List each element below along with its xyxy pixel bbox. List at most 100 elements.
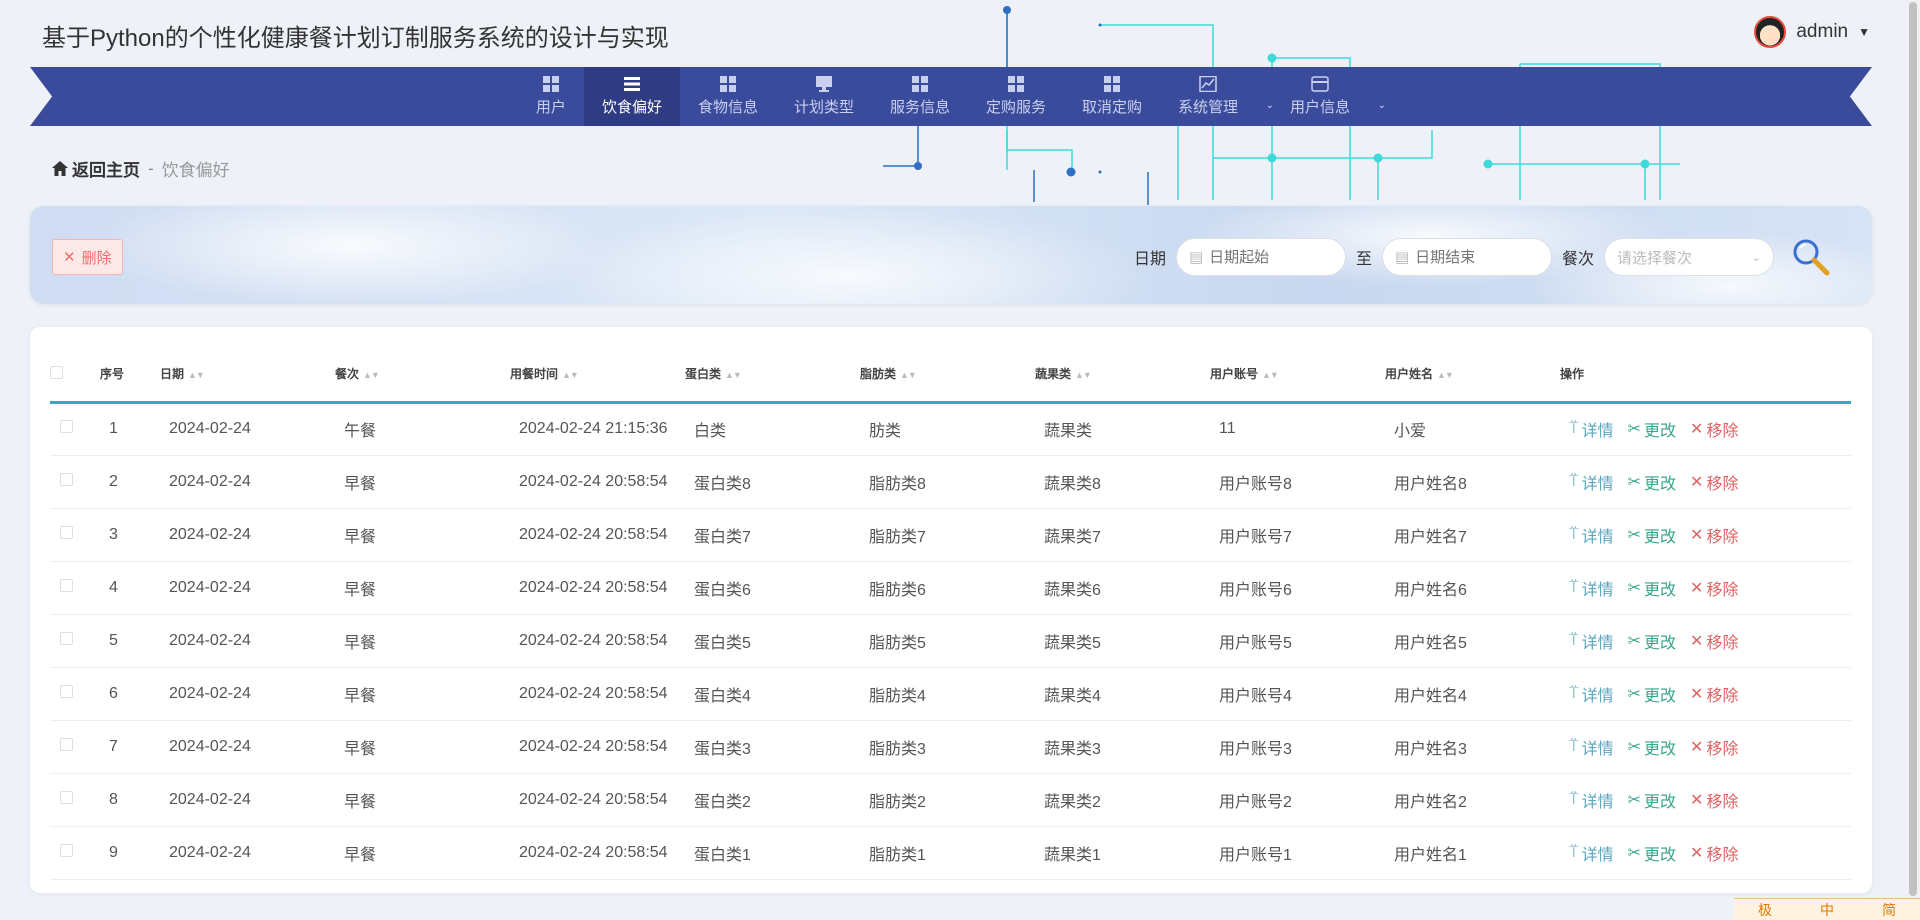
edit-button[interactable]: ✂ 更改 — [1628, 470, 1676, 494]
main-nav: 用户 饮食偏好 食物信息 计划类型 服务信息 定购服务 取消定购 系统管理 ⌄ 用户信息 ⌄ — [30, 67, 1872, 126]
cell-no: 9 — [109, 843, 118, 861]
row-select-cell — [50, 614, 92, 667]
remove-button[interactable]: ✕ 移除 — [1690, 470, 1738, 494]
cell-protein: 蛋白类6 — [694, 581, 751, 599]
cell-account: 11 — [1219, 420, 1236, 437]
cell-fat: 脂肪类4 — [869, 687, 926, 705]
row-checkbox[interactable] — [60, 684, 73, 698]
ime-item[interactable]: 中 — [1820, 900, 1834, 920]
detail-label: 详情 — [1581, 423, 1614, 440]
nav-item-8[interactable]: 用户信息 ⌄ — [1272, 67, 1386, 126]
row-checkbox[interactable] — [60, 790, 73, 804]
column-header[interactable]: 日期 ▲▼ — [152, 347, 327, 402]
detail-button[interactable]: ⍡ 详情 — [1569, 470, 1614, 494]
row-checkbox[interactable] — [60, 420, 73, 433]
edit-button[interactable]: ✂ 更改 — [1628, 576, 1676, 600]
detail-button[interactable]: ⍡ 详情 — [1569, 523, 1614, 547]
sort-icon[interactable]: ▲▼ — [188, 370, 205, 380]
user-menu[interactable]: admin ▼ — [1754, 16, 1870, 48]
ime-toolbar[interactable]: 极中简 — [1734, 898, 1920, 920]
column-header[interactable]: 蛋白类 ▲▼ — [677, 347, 852, 402]
column-header[interactable]: 蔬果类 ▲▼ — [1027, 347, 1202, 402]
edit-button[interactable]: ✂ 更改 — [1628, 417, 1676, 441]
date-end-field[interactable]: ▤ — [1381, 238, 1552, 276]
nav-item-6[interactable]: 取消定购 — [1064, 67, 1160, 126]
column-header[interactable]: 餐次 ▲▼ — [327, 347, 502, 402]
nav-item-2[interactable]: 食物信息 — [680, 67, 776, 126]
remove-button[interactable]: ✕ 移除 — [1690, 735, 1738, 759]
ime-item[interactable]: 极 — [1758, 900, 1772, 920]
sort-icon[interactable]: ▲▼ — [1075, 370, 1092, 380]
cell-actions: ⍡ 详情 ✂ 更改 ✕ 移除 — [1552, 455, 1851, 508]
date-end-input[interactable] — [1415, 248, 1536, 266]
delete-button[interactable]: ✕ 删除 — [52, 239, 123, 275]
app-title: 基于Python的个性化健康餐计划订制服务系统的设计与实现 — [42, 25, 669, 52]
select-all-checkbox[interactable] — [50, 365, 63, 379]
row-checkbox[interactable] — [60, 737, 73, 751]
edit-button[interactable]: ✂ 更改 — [1628, 629, 1676, 653]
cell-date: 2024-02-24 — [169, 737, 251, 755]
sort-icon[interactable]: ▲▼ — [363, 370, 380, 380]
remove-button[interactable]: ✕ 移除 — [1690, 682, 1738, 706]
row-checkbox[interactable] — [60, 578, 73, 592]
sort-icon[interactable]: ▲▼ — [725, 370, 742, 380]
detail-icon: ⍡ — [1569, 578, 1579, 596]
remove-button[interactable]: ✕ 移除 — [1690, 629, 1738, 653]
sort-icon[interactable]: ▲▼ — [1437, 370, 1454, 380]
edit-button[interactable]: ✂ 更改 — [1628, 841, 1676, 865]
column-header-label: 用户姓名 — [1385, 367, 1434, 382]
scrollbar-thumb[interactable] — [1909, 2, 1917, 896]
column-header-label: 蛋白类 — [685, 367, 722, 382]
cell-meal: 早餐 — [344, 740, 377, 758]
nav-item-7[interactable]: 系统管理 ⌄ — [1160, 67, 1274, 126]
detail-button[interactable]: ⍡ 详情 — [1569, 629, 1614, 653]
edit-button[interactable]: ✂ 更改 — [1628, 682, 1676, 706]
nav-item-3[interactable]: 计划类型 — [776, 67, 872, 126]
sort-icon[interactable]: ▲▼ — [900, 370, 917, 380]
remove-button[interactable]: ✕ 移除 — [1690, 417, 1738, 441]
detail-button[interactable]: ⍡ 详情 — [1569, 682, 1614, 706]
cell-name: 小爱 — [1394, 423, 1427, 440]
date-start-field[interactable]: ▤ — [1175, 238, 1346, 276]
ime-item[interactable]: 简 — [1882, 900, 1896, 920]
remove-button[interactable]: ✕ 移除 — [1690, 788, 1738, 812]
date-start-input[interactable] — [1209, 248, 1330, 266]
column-header[interactable]: 用户姓名 ▲▼ — [1377, 347, 1552, 402]
row-checkbox[interactable] — [60, 843, 73, 857]
caret-down-icon: ▼ — [1858, 25, 1870, 39]
breadcrumb-home[interactable]: 返回主页 — [52, 156, 140, 181]
detail-button[interactable]: ⍡ 详情 — [1569, 841, 1614, 865]
nav-item-5[interactable]: 定购服务 — [968, 67, 1064, 126]
edit-button[interactable]: ✂ 更改 — [1628, 788, 1676, 812]
remove-button[interactable]: ✕ 移除 — [1690, 576, 1738, 600]
nav-item-0[interactable]: 用户 — [518, 67, 584, 126]
remove-button[interactable]: ✕ 移除 — [1690, 523, 1738, 547]
breadcrumb: 返回主页 - 饮食偏好 — [52, 156, 230, 181]
detail-button[interactable]: ⍡ 详情 — [1569, 576, 1614, 600]
detail-button[interactable]: ⍡ 详情 — [1569, 788, 1614, 812]
remove-button[interactable]: ✕ 移除 — [1690, 841, 1738, 865]
column-header[interactable]: 脂肪类 ▲▼ — [852, 347, 1027, 402]
sort-icon[interactable]: ▲▼ — [1262, 370, 1279, 380]
grid-icon — [1103, 76, 1121, 92]
search-icon[interactable] — [1790, 236, 1832, 278]
row-checkbox[interactable] — [60, 472, 73, 486]
sort-icon[interactable]: ▲▼ — [562, 370, 579, 380]
column-header[interactable]: 用餐时间 ▲▼ — [502, 347, 677, 402]
row-checkbox[interactable] — [60, 631, 73, 645]
column-header[interactable]: 用户账号 ▲▼ — [1202, 347, 1377, 402]
meal-select[interactable]: 请选择餐次 ⌄ — [1604, 238, 1774, 276]
edit-button[interactable]: ✂ 更改 — [1628, 523, 1676, 547]
edit-button[interactable]: ✂ 更改 — [1628, 735, 1676, 759]
row-checkbox[interactable] — [60, 525, 73, 539]
nav-item-4[interactable]: 服务信息 — [872, 67, 968, 126]
detail-button[interactable]: ⍡ 详情 — [1569, 417, 1614, 441]
cell-date: 2024-02-24 — [169, 472, 251, 490]
nav-item-1[interactable]: 饮食偏好 — [583, 67, 680, 126]
scrollbar[interactable] — [1906, 0, 1920, 898]
detail-button[interactable]: ⍡ 详情 — [1569, 735, 1614, 759]
tools-icon: ✂ — [1627, 791, 1642, 809]
remove-label: 移除 — [1706, 528, 1739, 546]
home-icon — [52, 161, 68, 176]
close-icon: ✕ — [1690, 738, 1704, 756]
